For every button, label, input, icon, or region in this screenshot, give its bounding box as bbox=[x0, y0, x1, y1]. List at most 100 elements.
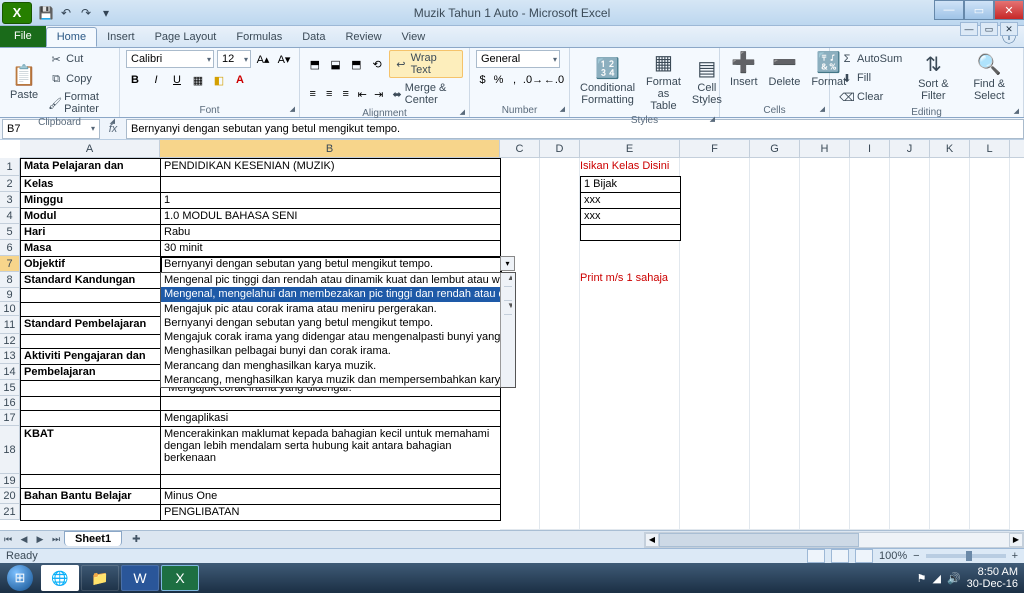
cell-A20[interactable]: Bahan Bantu Belajar bbox=[21, 489, 161, 505]
cell-A13[interactable]: Aktiviti Pengajaran dan bbox=[21, 349, 161, 365]
data-validation-dropdown-list[interactable]: Mengenal pic tinggi dan rendah atau dina… bbox=[160, 272, 516, 388]
prev-sheet-icon[interactable]: ◀ bbox=[16, 534, 32, 545]
currency-icon[interactable]: $ bbox=[476, 71, 489, 89]
last-sheet-icon[interactable]: ⏭ bbox=[48, 534, 64, 545]
cell-A16[interactable] bbox=[21, 397, 161, 411]
fill-button[interactable]: ⬇Fill bbox=[836, 69, 905, 87]
cell-A17[interactable] bbox=[21, 411, 161, 427]
dropdown-option-0[interactable]: Mengenal pic tinggi dan rendah atau dina… bbox=[161, 273, 515, 287]
page-layout-view-icon[interactable] bbox=[831, 549, 849, 563]
column-header-I[interactable]: I bbox=[850, 140, 890, 157]
row-header-15[interactable]: 15 bbox=[0, 380, 20, 396]
column-header-G[interactable]: G bbox=[750, 140, 800, 157]
cell-A15[interactable] bbox=[21, 381, 161, 397]
cell-B2[interactable] bbox=[161, 177, 501, 193]
row-header-10[interactable]: 10 bbox=[0, 302, 20, 316]
dropdown-option-5[interactable]: Menghasilkan pelbagai bunyi dan corak ir… bbox=[161, 344, 515, 358]
column-header-F[interactable]: F bbox=[680, 140, 750, 157]
tab-data[interactable]: Data bbox=[292, 27, 335, 47]
column-header-E[interactable]: E bbox=[580, 140, 680, 157]
taskbar-excel-icon[interactable]: X bbox=[161, 565, 199, 591]
cell-A12[interactable] bbox=[21, 335, 161, 349]
increase-decimal-icon[interactable]: .0→ bbox=[524, 71, 542, 89]
zoom-slider[interactable] bbox=[926, 554, 1006, 558]
next-sheet-icon[interactable]: ▶ bbox=[32, 534, 48, 545]
align-right-icon[interactable]: ≡ bbox=[339, 85, 352, 103]
column-header-H[interactable]: H bbox=[800, 140, 850, 157]
number-format-combo[interactable]: General bbox=[476, 50, 560, 68]
decrease-indent-icon[interactable]: ⇤ bbox=[355, 85, 368, 103]
row-header-13[interactable]: 13 bbox=[0, 348, 20, 364]
dd-scroll-down-icon[interactable]: ▼ bbox=[504, 301, 512, 315]
dropdown-option-7[interactable]: Merancang, menghasilkan karya muzik dan … bbox=[161, 373, 515, 387]
align-center-icon[interactable]: ≡ bbox=[322, 85, 335, 103]
window-minimize-button[interactable]: — bbox=[934, 0, 964, 20]
new-sheet-button[interactable]: 🞦 bbox=[122, 532, 150, 547]
clock[interactable]: 8:50 AM 30-Dec-16 bbox=[967, 566, 1018, 590]
cell-B4[interactable]: 1.0 MODUL BAHASA SENI bbox=[161, 209, 501, 225]
taskbar-explorer-icon[interactable]: 📁 bbox=[81, 565, 119, 591]
wrap-text-button[interactable]: ↩Wrap Text bbox=[389, 50, 463, 78]
qat-redo-icon[interactable]: ↷ bbox=[78, 5, 94, 21]
conditional-formatting-button[interactable]: 🔢Conditional Formatting bbox=[576, 56, 639, 108]
tab-formulas[interactable]: Formulas bbox=[226, 27, 292, 47]
row-header-11[interactable]: 11 bbox=[0, 316, 20, 334]
cell-A6[interactable]: Masa bbox=[21, 241, 161, 257]
cell-A9[interactable] bbox=[21, 289, 161, 303]
row-header-20[interactable]: 20 bbox=[0, 488, 20, 504]
row-header-2[interactable]: 2 bbox=[0, 176, 20, 192]
find-select-button[interactable]: 🔍Find & Select bbox=[961, 52, 1017, 104]
row-header-16[interactable]: 16 bbox=[0, 396, 20, 410]
underline-button[interactable]: U bbox=[168, 71, 186, 89]
decrease-decimal-icon[interactable]: ←.0 bbox=[545, 71, 563, 89]
data-validation-dropdown-button[interactable]: ▾ bbox=[500, 256, 515, 271]
zoom-in-icon[interactable]: + bbox=[1012, 550, 1018, 562]
row-headers[interactable]: 123456789101112131415161718192021 bbox=[0, 158, 20, 520]
taskbar-word-icon[interactable]: W bbox=[121, 565, 159, 591]
sheet-tab-active[interactable]: Sheet1 bbox=[64, 531, 122, 546]
column-header-L[interactable]: L bbox=[970, 140, 1010, 157]
cell-B20[interactable]: Minus One bbox=[161, 489, 501, 505]
cell-A1[interactable]: Mata Pelajaran dan bbox=[21, 159, 161, 177]
cell-B17[interactable]: Mengaplikasi bbox=[161, 411, 501, 427]
cell-A11[interactable]: Standard Pembelajaran bbox=[21, 317, 161, 335]
worksheet-grid[interactable]: ABCDEFGHIJKL 123456789101112131415161718… bbox=[0, 140, 1024, 530]
tab-review[interactable]: Review bbox=[335, 27, 391, 47]
cell-A18[interactable]: KBAT bbox=[21, 427, 161, 475]
taskbar-chrome-icon[interactable]: 🌐 bbox=[41, 565, 79, 591]
excel-app-icon[interactable]: X bbox=[2, 2, 32, 24]
qat-save-icon[interactable]: 💾 bbox=[38, 5, 54, 21]
paste-button[interactable]: 📋Paste bbox=[6, 63, 42, 103]
column-header-C[interactable]: C bbox=[500, 140, 540, 157]
column-header-B[interactable]: B bbox=[160, 140, 500, 157]
tray-volume-icon[interactable]: 🔊 bbox=[947, 572, 961, 585]
column-header-D[interactable]: D bbox=[540, 140, 580, 157]
cell-B19[interactable] bbox=[161, 475, 501, 489]
cell-B16[interactable] bbox=[161, 397, 501, 411]
cell-A5[interactable]: Hari bbox=[21, 225, 161, 241]
dropdown-option-3[interactable]: Bernyanyi dengan sebutan yang betul meng… bbox=[161, 316, 515, 330]
cell-A19[interactable] bbox=[21, 475, 161, 489]
cell-A10[interactable] bbox=[21, 303, 161, 317]
autosum-button[interactable]: ΣAutoSum bbox=[836, 50, 905, 68]
workbook-restore-button[interactable]: ▭ bbox=[980, 22, 998, 36]
fill-color-button[interactable]: ◧ bbox=[210, 71, 228, 89]
zoom-out-icon[interactable]: − bbox=[913, 550, 919, 562]
cell-B7[interactable]: Bernyanyi dengan sebutan yang betul meng… bbox=[161, 257, 501, 273]
tray-flag-icon[interactable]: ⚑ bbox=[917, 572, 927, 585]
percent-icon[interactable]: % bbox=[492, 71, 505, 89]
dd-scroll-up-icon[interactable]: ▲ bbox=[504, 273, 512, 287]
start-button[interactable]: ⊞ bbox=[0, 563, 40, 593]
scroll-left-icon[interactable]: ◀ bbox=[645, 533, 659, 547]
row-header-17[interactable]: 17 bbox=[0, 410, 20, 426]
column-headers[interactable]: ABCDEFGHIJKL bbox=[20, 140, 1024, 158]
workbook-minimize-button[interactable]: — bbox=[960, 22, 978, 36]
cell-A7[interactable]: Objektif bbox=[21, 257, 161, 273]
font-size-combo[interactable]: 12 bbox=[217, 50, 251, 68]
horizontal-scrollbar[interactable]: ◀ ▶ bbox=[644, 532, 1024, 548]
dropdown-option-1[interactable]: Mengenal, mengelahui dan membezakan pic … bbox=[161, 287, 515, 301]
dropdown-option-6[interactable]: Merancang dan menghasilkan karya muzik. bbox=[161, 359, 515, 373]
insert-cells-button[interactable]: ➕Insert bbox=[726, 50, 762, 90]
cell-B6[interactable]: 30 minit bbox=[161, 241, 501, 257]
cell-B21[interactable]: PENGLIBATAN bbox=[161, 505, 501, 521]
